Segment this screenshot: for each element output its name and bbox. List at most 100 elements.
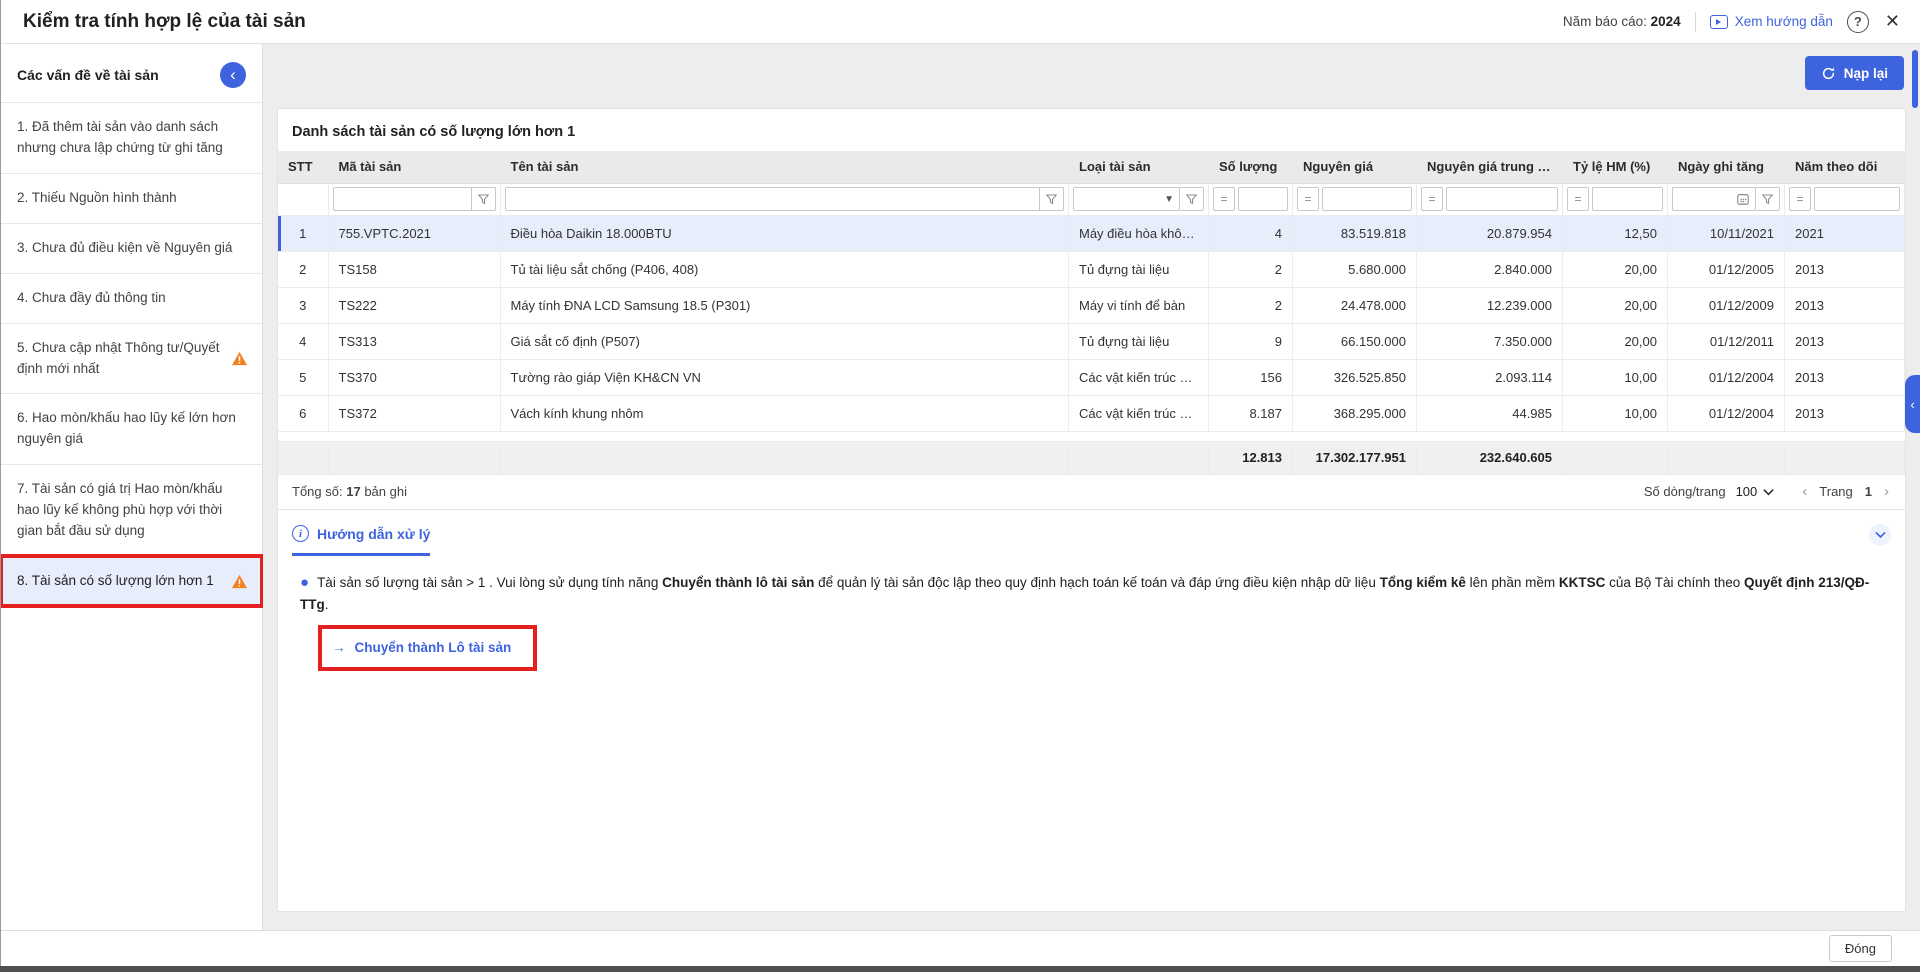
help-icon[interactable]: ?	[1847, 11, 1869, 33]
table-row[interactable]: 6TS372Vách kính khung nhômCác vật kiến t…	[278, 395, 1905, 431]
table-cell: 2	[1209, 251, 1293, 287]
warning-icon	[231, 574, 248, 589]
table-cell: 6	[278, 395, 328, 431]
table-cell: 368.295.000	[1293, 395, 1417, 431]
convert-to-lot-label: Chuyển thành Lô tài sản	[355, 638, 512, 658]
table-cell: Vách kính khung nhôm	[500, 395, 1069, 431]
prev-page-icon[interactable]: ‹	[1802, 483, 1807, 500]
equals-operator[interactable]: =	[1297, 187, 1319, 211]
name-filter-input[interactable]	[505, 187, 1041, 211]
chevron-down-icon	[1763, 488, 1774, 496]
table-cell: 24.478.000	[1293, 287, 1417, 323]
filter-cell-empty	[278, 183, 328, 215]
avgcost-filter-input[interactable]	[1446, 187, 1558, 211]
cost-filter-input[interactable]	[1322, 187, 1412, 211]
table-cell: 326.525.850	[1293, 359, 1417, 395]
tab-guide[interactable]: i Hướng dẫn xử lý	[292, 525, 430, 556]
rate-filter-input[interactable]	[1592, 187, 1663, 211]
code-filter-input[interactable]	[333, 187, 472, 211]
filter-funnel-icon[interactable]	[1180, 187, 1204, 211]
filter-funnel-icon[interactable]	[1756, 187, 1780, 211]
table-cell: 83.519.818	[1293, 215, 1417, 251]
type-filter-select[interactable]: ▼	[1073, 187, 1180, 211]
table-cell: Tường rào giáp Viện KH&CN VN	[500, 359, 1069, 395]
column-header[interactable]: Ngày ghi tăng	[1668, 151, 1785, 183]
next-page-icon[interactable]: ›	[1884, 483, 1889, 500]
column-header[interactable]: STT	[278, 151, 328, 183]
refresh-icon	[1821, 66, 1836, 81]
table-cell: TS222	[328, 287, 500, 323]
bullet-icon: ●	[300, 574, 309, 591]
main-area: Nạp lại Danh sách tài sản có số lượng lớ…	[263, 44, 1920, 930]
sidebar-item-8[interactable]: 8. Tài sản có số lượng lớn hơn 1	[1, 556, 262, 606]
filter-funnel-icon[interactable]	[472, 187, 496, 211]
summary-cost: 17.302.177.951	[1293, 441, 1417, 474]
sidebar-item-label: 6. Hao mòn/khấu hao lũy kế lớn hơn nguyê…	[17, 408, 248, 450]
column-header[interactable]: Nguyên giá	[1293, 151, 1417, 183]
column-header[interactable]: Tên tài sản	[500, 151, 1069, 183]
total-label: Tổng số:	[292, 484, 343, 499]
table-cell: 2	[1209, 287, 1293, 323]
column-header[interactable]: Loại tài sản	[1069, 151, 1209, 183]
column-header[interactable]: Năm theo dõi	[1785, 151, 1905, 183]
sidebar-item-2[interactable]: 2. Thiếu Nguồn hình thành	[1, 173, 262, 223]
filter-cell-year: =	[1785, 183, 1905, 215]
table-cell: 01/12/2004	[1668, 359, 1785, 395]
sidebar-item-4[interactable]: 4. Chưa đầy đủ thông tin	[1, 273, 262, 323]
sidebar-item-6[interactable]: 6. Hao mòn/khấu hao lũy kế lớn hơn nguyê…	[1, 393, 262, 464]
sidebar-item-5[interactable]: 5. Chưa cập nhật Thông tư/Quyết định mới…	[1, 323, 262, 394]
equals-operator[interactable]: =	[1789, 187, 1811, 211]
table-cell: 01/12/2005	[1668, 251, 1785, 287]
table-cell: 12.239.000	[1417, 287, 1563, 323]
table-cell: 44.985	[1417, 395, 1563, 431]
equals-operator[interactable]: =	[1421, 187, 1443, 211]
table-row[interactable]: 2TS158Tủ tài liệu sắt chống (P406, 408)T…	[278, 251, 1905, 287]
table-cell: Tủ đựng tài liệu	[1069, 323, 1209, 359]
table-cell: TS158	[328, 251, 500, 287]
sidebar-item-1[interactable]: 1. Đã thêm tài sản vào danh sách nhưng c…	[1, 102, 262, 173]
table-cell: 12,50	[1563, 215, 1668, 251]
filter-cell-rate: =	[1563, 183, 1668, 215]
close-icon[interactable]: ✕	[1883, 11, 1902, 32]
convert-to-lot-link[interactable]: → Chuyển thành Lô tài sản	[332, 638, 511, 658]
table-cell: TS313	[328, 323, 500, 359]
table-row[interactable]: 1755.VPTC.2021Điều hòa Daikin 18.000BTUM…	[278, 215, 1905, 251]
panel-expand-handle[interactable]: ‹	[1905, 375, 1920, 433]
filter-cell-code	[328, 183, 500, 215]
equals-operator[interactable]: =	[1213, 187, 1235, 211]
summary-avg-cost: 232.640.605	[1417, 441, 1563, 474]
column-header[interactable]: Số lượng	[1209, 151, 1293, 183]
year-filter-input[interactable]	[1814, 187, 1900, 211]
date-filter-input[interactable]	[1672, 187, 1756, 211]
sidebar-collapse-button[interactable]: ‹	[220, 62, 246, 88]
filter-cell-type: ▼	[1069, 183, 1209, 215]
column-header[interactable]: Mã tài sản	[328, 151, 500, 183]
sidebar-item-3[interactable]: 3. Chưa đủ điều kiện về Nguyên giá	[1, 223, 262, 273]
column-header[interactable]: Tỷ lệ HM (%)	[1563, 151, 1668, 183]
page-title: Kiểm tra tính hợp lệ của tài sản	[23, 11, 306, 33]
quantity-filter-input[interactable]	[1238, 187, 1288, 211]
sidebar-items: 1. Đã thêm tài sản vào danh sách nhưng c…	[1, 102, 262, 606]
filter-funnel-icon[interactable]	[1040, 187, 1064, 211]
close-dialog-button[interactable]: Đóng	[1829, 935, 1892, 962]
table-row[interactable]: 4TS313Giá sắt cố định (P507)Tủ đựng tài …	[278, 323, 1905, 359]
table-row[interactable]: 3TS222Máy tính ĐNA LCD Samsung 18.5 (P30…	[278, 287, 1905, 323]
sidebar-item-label: 1. Đã thêm tài sản vào danh sách nhưng c…	[17, 117, 248, 159]
table-row[interactable]: 5TS370Tường rào giáp Viện KH&CN VNCác vậ…	[278, 359, 1905, 395]
report-year-value: 2024	[1651, 14, 1681, 29]
sidebar: Các vấn đề về tài sản ‹ 1. Đã thêm tài s…	[1, 44, 263, 930]
table-cell: 20,00	[1563, 323, 1668, 359]
column-header[interactable]: Nguyên giá trung bì...	[1417, 151, 1563, 183]
table-cell: 10,00	[1563, 359, 1668, 395]
chevron-down-icon: ▼	[1164, 194, 1174, 205]
rows-per-page-select[interactable]: 100	[1736, 484, 1775, 499]
scrollbar-thumb[interactable]	[1912, 50, 1918, 108]
view-guide-link[interactable]: Xem hướng dẫn	[1710, 14, 1833, 29]
sidebar-item-label: 2. Thiếu Nguồn hình thành	[17, 188, 248, 209]
equals-operator[interactable]: =	[1567, 187, 1589, 211]
sidebar-item-7[interactable]: 7. Tài sản có giá trị Hao mòn/khấu hao l…	[1, 464, 262, 556]
guide-collapse-button[interactable]	[1869, 524, 1891, 546]
page-number: 1	[1865, 484, 1872, 499]
table-cell: 2.093.114	[1417, 359, 1563, 395]
reload-button[interactable]: Nạp lại	[1805, 56, 1904, 90]
